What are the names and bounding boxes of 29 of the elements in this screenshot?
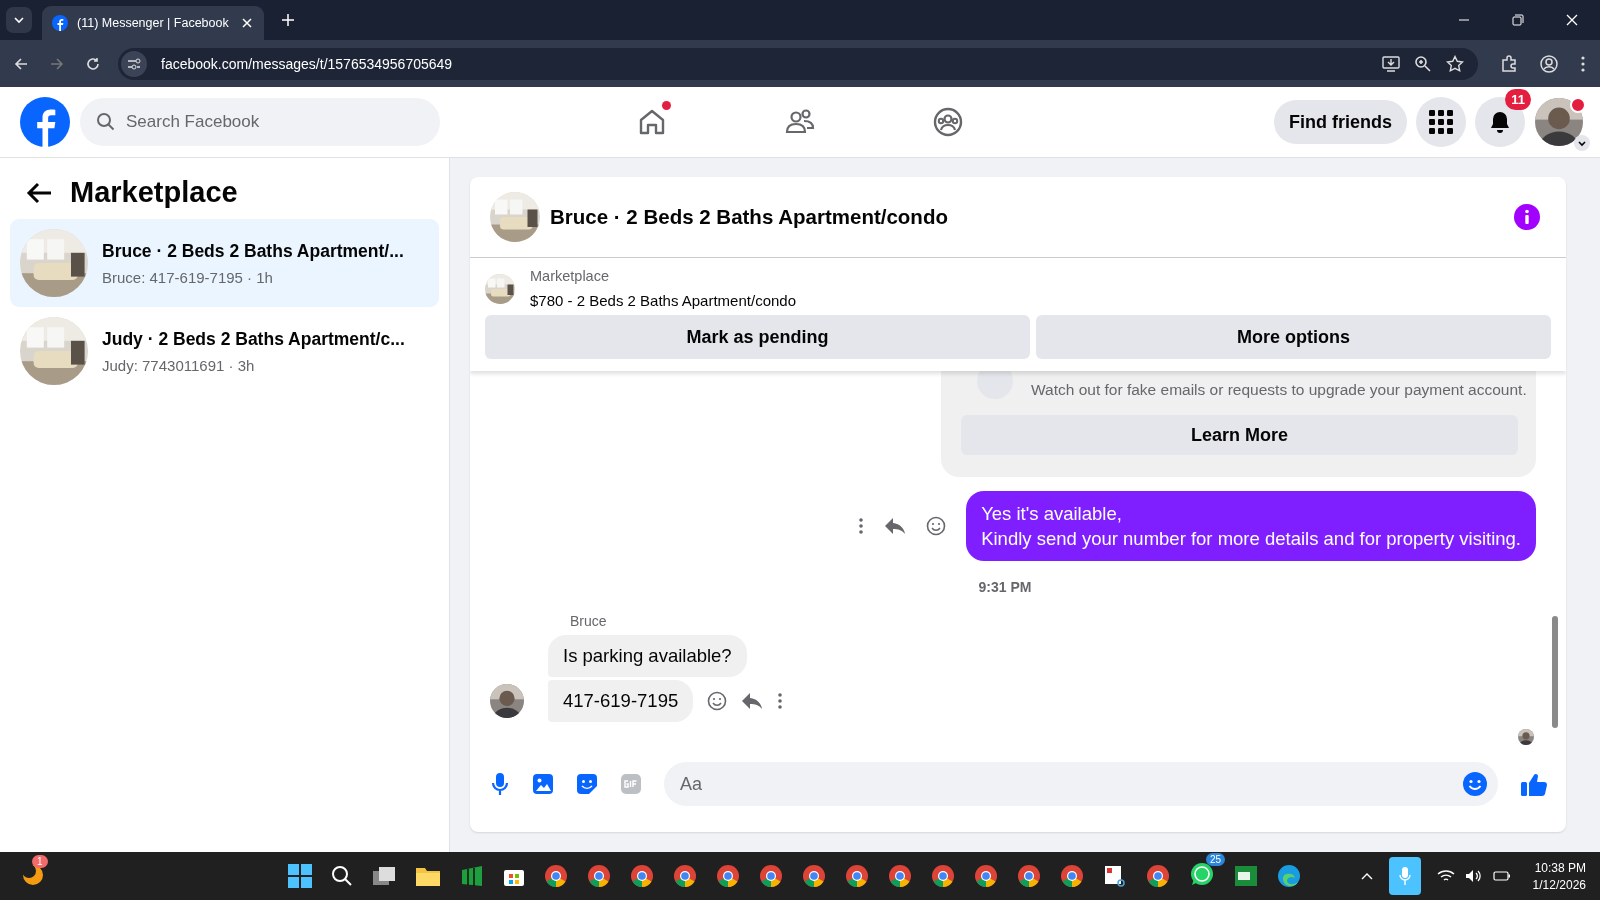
learn-more-button[interactable]: Learn More [961,415,1518,455]
search-field[interactable]: Search Facebook [80,98,440,146]
notification-badge: 1 [32,855,48,868]
listing-action-button[interactable]: Mark as pending [485,315,1031,359]
received-message: Is parking available? [548,635,747,677]
message-timestamp: 9:31 PM [978,579,1032,595]
notification-badge: 25 [1205,853,1225,866]
listing-action-button[interactable]: More options [1036,315,1551,359]
find-friends-button[interactable]: Find friends [1274,100,1407,144]
conversation-preview: Bruce: 417-619-7195 · 1h [102,268,274,286]
browser-tab[interactable]: (11) Messenger | Facebook [42,6,264,40]
conversation-item[interactable]: Judy · 2 Beds 2 Baths Apartment/c... Judy: 7743011691 · 3h [10,307,439,395]
conversation-preview: Judy: 7743011691 · 3h [102,356,256,374]
address-bar[interactable]: facebook.com/messages/t/1576534956705649 [118,47,1478,80]
clock-time[interactable]: 10:38 PM [1534,860,1586,875]
conversation-name: Judy · 2 Beds 2 Baths Apartment/c... [102,328,405,350]
notice-text: Watch out for fake emails or requests to upgrade your payment account. [1031,381,1527,399]
listing-label: Marketplace [530,268,610,284]
message-field[interactable]: Aa [664,762,1498,806]
chat-title[interactable]: Bruce · 2 Beds 2 Baths Apartment/condo [550,205,948,229]
sender-name: Bruce [570,613,608,629]
received-message: 417-619-7195 [548,680,694,722]
listing-title[interactable]: $780 - 2 Beds 2 Baths Apartment/condo [530,292,796,309]
conversation-name: Bruce · 2 Beds 2 Baths Apartment/... [102,240,404,262]
sent-message: Yes it's available, Kindly send your number for more details and for property visiting. [966,491,1536,561]
page-title: Marketplace [70,176,238,209]
clock-date[interactable]: 1/12/2026 [1532,877,1586,892]
notification-badge: 11 [1505,89,1531,110]
conversation-item[interactable]: Bruce · 2 Beds 2 Baths Apartment/... Bruce: 417-619-7195 · 1h [10,219,439,307]
